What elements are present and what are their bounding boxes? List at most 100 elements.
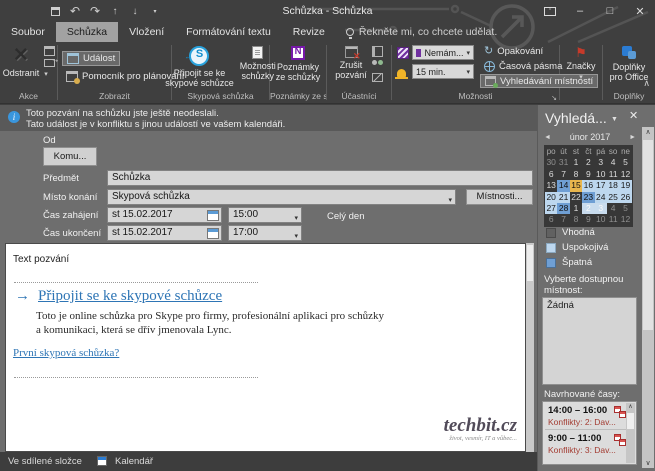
calendar-day[interactable]: 15 <box>570 180 582 191</box>
calendar-day[interactable]: 8 <box>570 169 582 180</box>
tell-me-box[interactable]: Řekněte mi, co chcete udělat. <box>336 22 497 42</box>
subject-input[interactable]: Schůzka <box>107 170 533 186</box>
calendar-day[interactable]: 11 <box>607 169 619 180</box>
address-book-icon[interactable] <box>372 46 383 57</box>
scrollbar-thumb[interactable] <box>643 140 653 330</box>
scroll-up-icon[interactable]: ∧ <box>642 128 654 136</box>
close-panel-icon[interactable]: ✕ <box>629 109 638 122</box>
tab-insert[interactable]: Vložení <box>118 22 175 42</box>
calendar-day[interactable]: 11 <box>607 214 619 225</box>
calendar-day[interactable]: 26 <box>619 192 631 203</box>
chevron-down-icon[interactable]: ▾ <box>294 230 298 244</box>
suggested-time-item[interactable]: 14:00 – 16:00 Konflikty: 2: Dav... <box>543 402 636 429</box>
join-skype-meeting-button[interactable]: Připojit se ke skypové schůzce <box>162 44 237 90</box>
forward-icon[interactable] <box>44 59 55 67</box>
chevron-down-icon[interactable]: ▾ <box>448 194 452 208</box>
calendar-day[interactable]: 1 <box>570 157 582 168</box>
calendar-day[interactable]: 23 <box>582 192 594 203</box>
suggested-time-item[interactable]: 9:00 – 11:00 Konflikty: 3: Dav... <box>543 430 636 457</box>
calendar-day[interactable]: 18 <box>607 180 619 191</box>
calendar-day[interactable]: 6 <box>545 214 557 225</box>
calendar-day[interactable]: 13 <box>545 180 557 191</box>
calendar-day[interactable]: 12 <box>619 214 631 225</box>
calendar-day[interactable]: 4 <box>607 157 619 168</box>
calendar-day[interactable]: 22 <box>570 192 582 203</box>
scrollbar-thumb[interactable] <box>627 413 634 429</box>
editor-scrollbar[interactable] <box>526 243 534 452</box>
reminder-dropdown[interactable]: 15 min. ▾ <box>412 64 474 79</box>
first-skype-meeting-link[interactable]: První skypová schůzka? <box>13 347 119 359</box>
next-month-arrow[interactable]: ► <box>629 134 636 141</box>
minimize-button[interactable]: – <box>565 0 595 22</box>
calendar-day[interactable]: 25 <box>607 192 619 203</box>
end-date-input[interactable]: st 15.02.2017 <box>107 225 222 241</box>
join-skype-meeting-link[interactable]: Připojit se ke skypové schůzce <box>38 288 222 304</box>
chevron-down-icon[interactable]: ▼ <box>611 116 618 123</box>
calendar-day[interactable]: 28 <box>557 203 569 214</box>
calendar-day[interactable]: 17 <box>595 180 607 191</box>
message-body-editor[interactable]: Text pozvání →Připojit se ke skypové sch… <box>5 243 526 452</box>
calendar-day[interactable]: 27 <box>545 203 557 214</box>
collapse-ribbon-button[interactable]: ∧ <box>643 78 650 89</box>
cancel-invitation-button[interactable]: Zrušit pozvání <box>332 44 370 82</box>
calendar-icon[interactable] <box>44 46 55 56</box>
dialog-launcher-icon[interactable]: ↘ <box>551 94 557 102</box>
tags-button[interactable]: ⚑ Značky ▾ <box>563 44 598 85</box>
calendar-day[interactable]: 9 <box>582 214 594 225</box>
calendar-day[interactable]: 2 <box>582 157 594 168</box>
tab-file[interactable]: Soubor <box>0 22 56 42</box>
start-time-combobox[interactable]: 15:00 ▾ <box>228 207 302 223</box>
ribbon-display-options-button[interactable]: ⌃ <box>535 0 565 22</box>
calendar-day[interactable]: 10 <box>595 214 607 225</box>
calendar-day[interactable]: 5 <box>619 203 631 214</box>
calendar-day[interactable]: 2 <box>582 203 594 214</box>
calendar-day[interactable]: 7 <box>557 214 569 225</box>
calendar-day[interactable]: 31 <box>557 157 569 168</box>
panel-scrollbar[interactable]: ∧ ∨ <box>642 127 654 468</box>
chevron-down-icon[interactable]: ▾ <box>294 212 298 226</box>
calendar-day[interactable]: 8 <box>570 214 582 225</box>
calendar-day[interactable]: 20 <box>545 192 557 203</box>
to-button[interactable]: Komu... <box>43 147 97 166</box>
close-button[interactable]: ✕ <box>625 0 655 22</box>
tab-review[interactable]: Revize <box>282 22 336 42</box>
response-options-icon[interactable] <box>372 73 383 82</box>
calendar-day[interactable]: 21 <box>557 192 569 203</box>
date-picker-icon[interactable] <box>207 210 219 221</box>
scrollbar-thumb[interactable] <box>527 245 533 281</box>
calendar-day[interactable]: 9 <box>582 169 594 180</box>
calendar-day[interactable]: 14 <box>557 180 569 191</box>
scroll-up-icon[interactable]: ∧ <box>626 403 635 412</box>
calendar-day[interactable]: 12 <box>619 169 631 180</box>
calendar-day[interactable]: 7 <box>557 169 569 180</box>
calendar-day[interactable]: 5 <box>619 157 631 168</box>
rooms-button[interactable]: Místnosti... <box>466 189 533 205</box>
tab-format-text[interactable]: Formátování textu <box>175 22 282 42</box>
location-combobox[interactable]: Skypová schůzka ▾ <box>107 189 456 205</box>
appointment-button[interactable]: Událost <box>62 51 120 66</box>
calendar-day[interactable]: 30 <box>545 157 557 168</box>
contact-options-icon[interactable] <box>372 60 384 70</box>
meeting-notes-button[interactable]: Poznámky ze schůzky <box>273 44 324 84</box>
room-list-item[interactable]: Žádná <box>543 298 636 313</box>
show-as-dropdown[interactable]: Nemám... ▾ <box>412 45 474 60</box>
calendar-day[interactable]: 19 <box>619 180 631 191</box>
start-date-input[interactable]: st 15.02.2017 <box>107 207 222 223</box>
calendar-day[interactable]: 6 <box>545 169 557 180</box>
scroll-down-icon[interactable]: ∨ <box>642 459 654 467</box>
calendar-day[interactable]: 3 <box>595 203 607 214</box>
delete-button[interactable]: ✕ Odstranit <box>0 44 42 80</box>
tab-meeting[interactable]: Schůzka <box>56 22 118 42</box>
calendar-day[interactable]: 24 <box>595 192 607 203</box>
calendar-day[interactable]: 3 <box>595 157 607 168</box>
end-time-combobox[interactable]: 17:00 ▾ <box>228 225 302 241</box>
calendar-day[interactable]: 16 <box>582 180 594 191</box>
times-scrollbar[interactable]: ∧ <box>626 403 635 463</box>
previous-month-arrow[interactable]: ◄ <box>544 134 551 141</box>
calendar-day[interactable]: 4 <box>607 203 619 214</box>
calendar-day[interactable]: 10 <box>595 169 607 180</box>
maximize-button[interactable]: □ <box>595 0 625 22</box>
room-list[interactable]: Žádná <box>542 297 637 385</box>
chevron-down-icon[interactable]: ▾ <box>44 70 55 78</box>
calendar-day[interactable]: 1 <box>570 203 582 214</box>
